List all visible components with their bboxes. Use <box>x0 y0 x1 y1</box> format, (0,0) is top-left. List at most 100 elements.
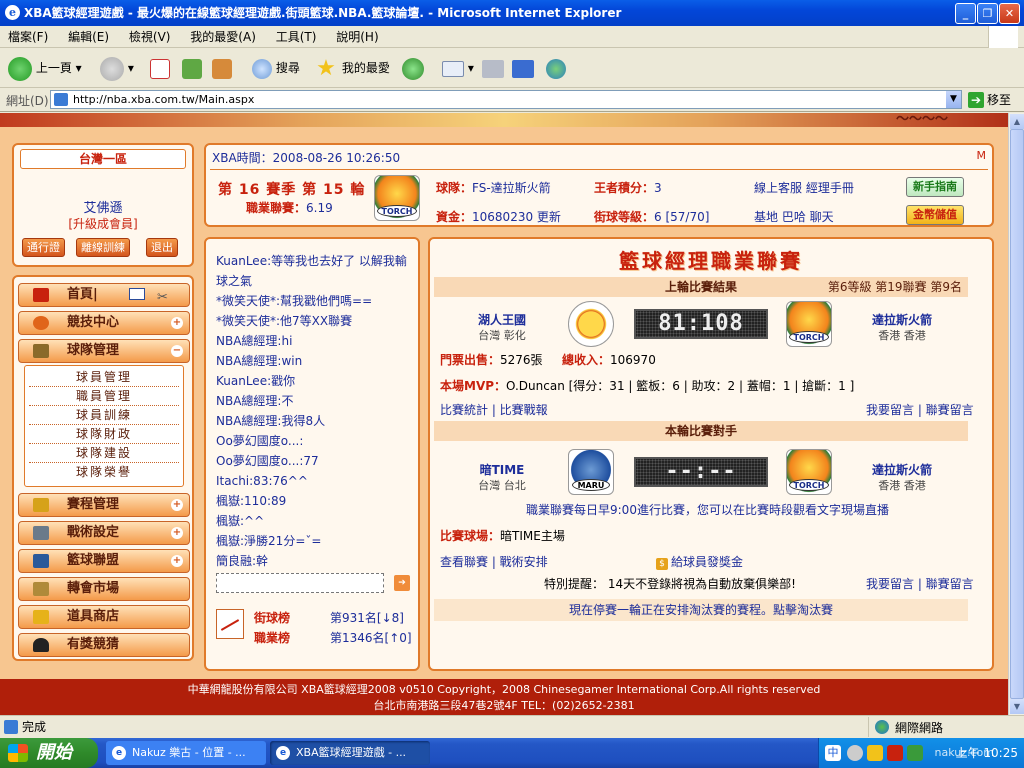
minimize-button[interactable]: _ <box>955 3 976 24</box>
favorites-label: 我的最愛 <box>341 61 390 75</box>
menu-view[interactable]: 檢視(V) <box>121 26 179 48</box>
network-icon[interactable] <box>907 745 923 761</box>
nav-home[interactable]: 首頁| ✂ <box>18 283 190 307</box>
knockout-notice[interactable]: 現在停賽一輪正在安排淘汰賽的賽程。點擊淘汰賽 <box>434 599 968 621</box>
refresh-button[interactable] <box>182 54 202 82</box>
rating-value: 6.19 <box>306 201 333 215</box>
user-name[interactable]: 艾佛遜 <box>14 197 192 216</box>
next-away-logo-text: TORCH <box>789 479 829 491</box>
nav-team-label: 球隊管理 <box>67 343 120 358</box>
offline-training-button[interactable]: 離線訓練 <box>76 238 130 257</box>
close-button[interactable]: ✕ <box>999 3 1020 24</box>
taskbar-item-xba[interactable]: e XBA籃球經理遊戲 - ... <box>270 741 430 765</box>
menu-edit[interactable]: 編輯(E) <box>60 26 117 48</box>
chat-message: NBA總經理:不 <box>216 394 294 408</box>
menu-favorites[interactable]: 我的最愛(A) <box>182 26 264 48</box>
nav-team-management[interactable]: 球隊管理 − <box>18 339 190 363</box>
submenu-staff[interactable]: 職員管理 <box>29 387 179 406</box>
nav-arena[interactable]: 競技中心 + <box>18 311 190 335</box>
tools-icon[interactable]: ✂ <box>157 287 168 309</box>
player-bonus-link[interactable]: $ 給球員發獎金 <box>656 553 743 570</box>
go-button[interactable]: ➔ 移至 <box>968 91 1011 108</box>
security-shield-icon[interactable] <box>867 745 883 761</box>
venue: 比賽球場：暗TIME主場 <box>440 527 565 544</box>
nav-schedule[interactable]: 賽程管理 + <box>18 493 190 517</box>
pro-rank-label[interactable]: 職業榜 <box>254 629 290 646</box>
taskbar-item-nakuz[interactable]: e Nakuz 樂古 - 位置 - ... <box>106 741 266 765</box>
send-arrow-icon[interactable]: ➔ <box>394 575 410 591</box>
nav-transfer-label: 轉會市場 <box>67 581 120 596</box>
address-dropdown-icon[interactable]: ▼ <box>946 91 961 108</box>
vertical-scrollbar[interactable]: ▲ ▼ <box>1008 113 1024 715</box>
scroll-down-icon[interactable]: ▼ <box>1010 699 1024 714</box>
antivirus-icon[interactable] <box>887 745 903 761</box>
street-rank-label[interactable]: 街球榜 <box>254 609 290 626</box>
chat-message: KuanLee:等等我也去好了 以解我輸球之氣 <box>216 254 407 288</box>
refresh-funds-link[interactable]: 更新 <box>537 210 561 224</box>
menu-file[interactable]: 檔案(F) <box>0 26 56 48</box>
next-away-team-name[interactable]: 達拉斯火箭 <box>862 461 942 478</box>
mail-button[interactable]: ▾ <box>442 54 474 82</box>
mvp-value: O.Duncan [得分：31 | 籃板：6 | 助攻：2 | 蓋帽：1 | 搶… <box>506 379 855 393</box>
newbie-guide-button[interactable]: 新手指南 <box>906 177 964 197</box>
start-button[interactable]: 開始 <box>0 738 98 768</box>
nav-league[interactable]: 籃球聯盟 + <box>18 549 190 573</box>
season-round: 第 16 賽季 第 15 輪 <box>218 182 366 198</box>
menu-tools[interactable]: 工具(T) <box>268 26 325 48</box>
search-button[interactable]: 搜尋 <box>252 54 300 82</box>
scroll-thumb[interactable] <box>1010 129 1024 699</box>
home-button[interactable] <box>212 54 232 82</box>
submenu-finance[interactable]: 球隊財政 <box>29 425 179 444</box>
back-label: 上一頁 <box>35 61 72 75</box>
user-panel: 台灣一區 艾佛遜 [升級成會員] 通行證 離線訓練 退出 <box>12 143 194 267</box>
print-button[interactable] <box>482 54 504 82</box>
mail-icon[interactable] <box>129 288 145 300</box>
scroll-up-icon[interactable]: ▲ <box>1010 114 1024 129</box>
submenu-training[interactable]: 球員訓練 <box>29 406 179 425</box>
chat-input[interactable] <box>216 573 384 593</box>
home-icon <box>33 288 49 302</box>
chat-message: *微笑天使*:他7等XX聯賽 <box>216 314 353 328</box>
stop-button[interactable] <box>150 54 170 82</box>
back-arrow-icon <box>8 56 32 81</box>
nav-betting[interactable]: 有獎競猜 <box>18 633 190 657</box>
address-url: http://nba.xba.com.tw/Main.aspx <box>73 93 255 106</box>
edit-button[interactable] <box>512 54 534 82</box>
comment-links[interactable]: 我要留言 | 聯賽留言 <box>866 401 974 418</box>
tray-nav-icon[interactable] <box>847 745 863 761</box>
submenu-facilities[interactable]: 球隊建設 <box>29 444 179 463</box>
print-icon <box>482 59 504 78</box>
back-button[interactable]: 上一頁 ▾ <box>8 54 82 82</box>
league-links[interactable]: 查看聯賽 | 戰術安排 <box>440 553 548 570</box>
away-team-name[interactable]: 達拉斯火箭 <box>862 311 942 328</box>
menu-help[interactable]: 說明(H) <box>328 26 386 48</box>
logout-button[interactable]: 退出 <box>146 238 178 257</box>
history-button[interactable] <box>402 54 424 82</box>
address-input[interactable]: http://nba.xba.com.tw/Main.aspx <box>50 90 962 109</box>
match-stats-links[interactable]: 比賽統計 | 比賽戰報 <box>440 401 548 418</box>
ime-icon[interactable]: 中 <box>825 745 841 761</box>
banner-decor: 〜〜〜〜 <box>895 113 948 127</box>
team-name: 球隊：FS-達拉斯火箭 <box>436 179 551 196</box>
nav-transfer[interactable]: 轉會市場 <box>18 577 190 601</box>
community-links[interactable]: 基地 巴哈 聊天 <box>754 208 834 225</box>
submenu-honors[interactable]: 球隊榮譽 <box>29 463 179 482</box>
chat-message: 簡良融:幹 <box>216 554 269 568</box>
next-home-team-name[interactable]: 暗TIME <box>462 461 542 478</box>
messenger-button[interactable] <box>546 54 566 82</box>
submenu-players[interactable]: 球員管理 <box>29 368 179 387</box>
favorites-button[interactable]: ★ 我的最愛 <box>314 54 390 82</box>
restore-button[interactable]: ❐ <box>977 3 998 24</box>
nav-shop[interactable]: 道具商店 <box>18 605 190 629</box>
upgrade-link[interactable]: [升級成會員] <box>14 215 192 232</box>
gold-topup-button[interactable]: 金幣儲值 <box>906 205 964 225</box>
forward-button[interactable]: ▾ <box>100 54 134 82</box>
comment-links-bottom[interactable]: 我要留言 | 聯賽留言 <box>866 575 974 592</box>
main-nav: 首頁| ✂ 競技中心 + 球隊管理 − 球員管理 職員管理 球員訓練 球隊財政 球隊… <box>12 275 194 661</box>
tactics-board-icon <box>33 526 49 540</box>
passport-button[interactable]: 通行證 <box>22 238 65 257</box>
service-links[interactable]: 線上客服 經理手冊 <box>754 179 854 196</box>
nav-tactics[interactable]: 戰術設定 + <box>18 521 190 545</box>
match-mvp: 本場MVP：O.Duncan [得分：31 | 籃板：6 | 助攻：2 | 蓋帽… <box>440 377 854 394</box>
home-team-name[interactable]: 湖人王國 <box>462 311 542 328</box>
